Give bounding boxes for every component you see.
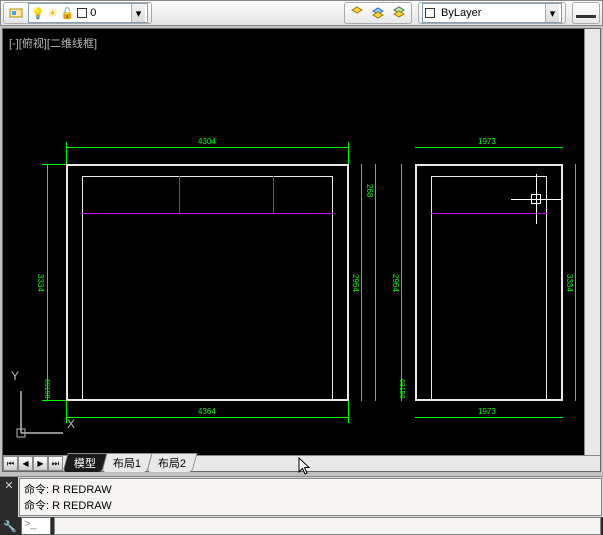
geom-line	[415, 164, 417, 401]
geom-line	[415, 399, 563, 401]
dim-line	[361, 164, 362, 401]
dim-text: 1973	[478, 137, 496, 146]
geom-line	[431, 213, 547, 214]
layer-prev-button[interactable]	[369, 4, 387, 22]
command-area: ✕ 命令: R REDRAW 命令: R REDRAW 🔧 >_	[0, 476, 603, 534]
dim-line	[415, 417, 563, 418]
bulb-icon: 💡	[31, 7, 45, 20]
tab-layout2[interactable]: 布局2	[147, 453, 198, 472]
dim-line	[66, 147, 349, 148]
tab-model[interactable]: 模型	[62, 453, 107, 472]
dim-text: 268	[365, 184, 374, 197]
tab-prev-button[interactable]: ◀	[18, 456, 33, 471]
bylayer-swatch	[425, 8, 435, 18]
command-history[interactable]: 命令: R REDRAW 命令: R REDRAW	[19, 478, 602, 516]
dim-ext	[348, 142, 349, 164]
ucs-y-label: Y	[11, 369, 19, 383]
chevron-down-icon[interactable]: ▾	[545, 4, 559, 22]
geom-line	[546, 176, 547, 400]
command-input-row: 🔧 >_	[0, 517, 603, 535]
geom-line	[66, 164, 349, 166]
tab-first-button[interactable]: ⏮	[3, 456, 18, 471]
layer-walk-button[interactable]	[390, 4, 408, 22]
dim-text: 4304	[198, 137, 216, 146]
cmd-history-line: 命令: R REDRAW	[24, 481, 597, 497]
dim-ext	[348, 401, 349, 423]
drawing-canvas[interactable]: [-][俯视][二维线框] 4304 4364	[3, 29, 600, 471]
wrench-icon[interactable]: 🔧	[2, 518, 18, 534]
lock-icon: 🔓	[61, 7, 75, 20]
layer-manage-group	[344, 2, 412, 24]
layer-iso-button[interactable]	[348, 4, 366, 22]
scrollbar-vertical[interactable]	[584, 29, 600, 455]
linetype-value: ByLayer	[438, 7, 542, 19]
cmd-history-line: 命令: R REDRAW	[24, 497, 597, 513]
layer-name: 0	[90, 7, 128, 19]
command-input[interactable]: >_	[21, 517, 51, 535]
lineweight-icon	[576, 15, 596, 18]
sun-icon: ☀	[48, 7, 58, 20]
geom-line	[347, 164, 349, 401]
tab-last-button[interactable]: ⏭	[48, 456, 63, 471]
viewport-label[interactable]: [-][俯视][二维线框]	[9, 35, 97, 51]
dim-text: 3334	[36, 274, 45, 292]
command-input-ext[interactable]	[54, 517, 601, 535]
geom-line	[332, 176, 333, 400]
dim-line	[415, 147, 563, 148]
tab-layout1[interactable]: 布局1	[101, 453, 152, 472]
top-toolbar: 💡 ☀ 🔓 0 ▾ ByLayer ▾	[0, 0, 603, 26]
ucs-x-label: X	[67, 417, 75, 431]
dim-line	[375, 164, 376, 401]
chevron-down-icon[interactable]: ▾	[131, 4, 145, 22]
geom-line	[82, 213, 333, 214]
close-icon[interactable]: ✕	[4, 479, 13, 492]
dim-ext	[42, 164, 66, 165]
geom-line	[273, 176, 274, 213]
dim-line	[66, 417, 349, 418]
dim-line	[575, 164, 576, 401]
dim-line	[47, 164, 48, 401]
layer-states-button[interactable]	[7, 4, 25, 22]
model-tab-bar: ⏮ ◀ ▶ ⏭ 模型 布局1 布局2	[3, 455, 600, 471]
lineweight-group	[572, 2, 600, 24]
linetype-combo[interactable]: ByLayer ▾	[422, 3, 562, 23]
cmd-sidebar: ✕	[0, 477, 18, 517]
dim-text: 2964	[391, 274, 400, 292]
geom-line	[82, 176, 333, 177]
geom-line	[431, 176, 547, 177]
layer-combo[interactable]: 💡 ☀ 🔓 0 ▾	[28, 3, 148, 23]
ucs-icon	[13, 381, 73, 441]
dim-ext	[66, 142, 67, 164]
dim-text: 4364	[198, 407, 216, 416]
tab-next-button[interactable]: ▶	[33, 456, 48, 471]
dim-text: 1973	[478, 407, 496, 416]
dim-text: 2964	[351, 274, 360, 292]
layer-swatch	[77, 8, 87, 18]
geom-line	[415, 164, 563, 166]
geom-line	[561, 164, 563, 401]
geom-line	[82, 399, 333, 400]
geom-line	[431, 176, 432, 400]
layer-tools-group: 💡 ☀ 🔓 0 ▾	[3, 2, 152, 24]
geom-line	[66, 164, 68, 401]
dim-text: 69190	[398, 379, 405, 398]
dim-text: 3334	[565, 274, 574, 292]
geom-line	[82, 176, 83, 400]
dim-line	[401, 164, 402, 401]
drawing-canvas-wrap: [-][俯视][二维线框] 4304 4364	[2, 28, 601, 472]
pickbox	[531, 194, 541, 204]
properties-group: ByLayer ▾	[418, 2, 566, 24]
geom-line	[179, 176, 180, 213]
